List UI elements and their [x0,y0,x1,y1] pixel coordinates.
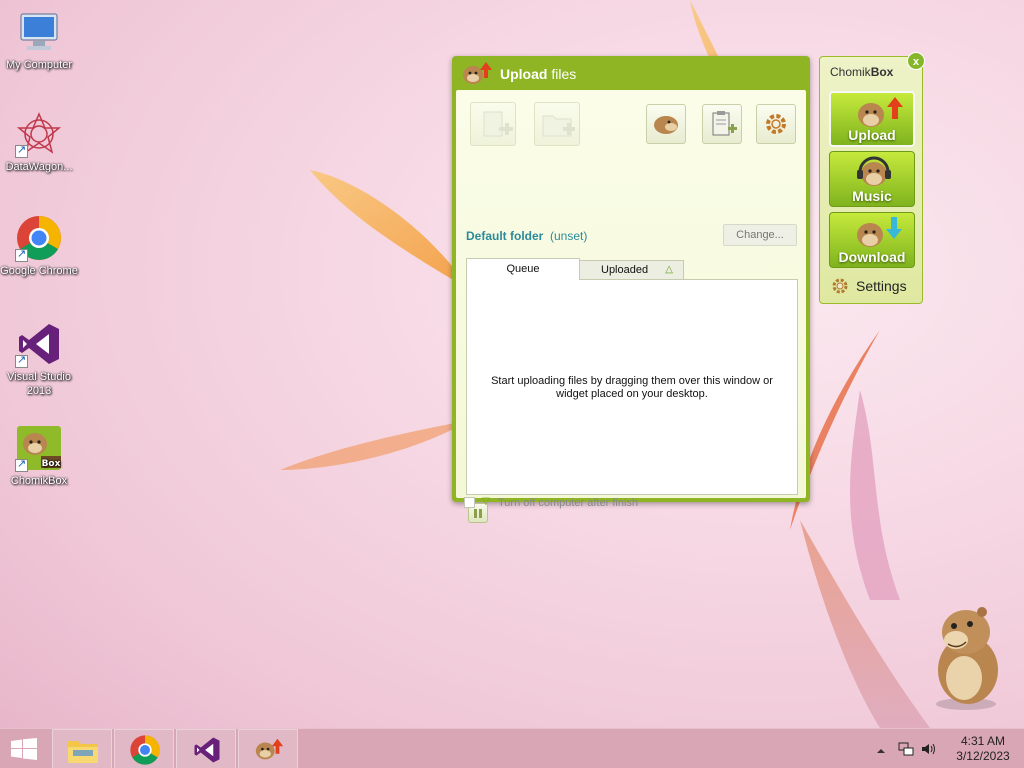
hamster-icon [654,116,678,134]
chevron-up-icon [877,749,885,753]
shortcut-arrow-icon [15,353,28,368]
visual-studio-icon [194,737,220,763]
desktop-icon-label: My Computer [5,59,73,71]
taskbar-visual-studio[interactable] [176,729,236,768]
widget-download-button[interactable]: Download [829,212,915,268]
hamster-upload-icon [858,97,903,127]
chrome-icon [15,214,63,262]
svg-text:Box: Box [42,459,61,469]
hamster-download-icon [857,217,902,247]
window-title: Upload files [500,66,576,82]
widget-settings-label: Settings [856,278,907,294]
triangle-down-icon: ▽ [482,496,490,507]
datawagon-icon [15,110,63,158]
widget-upload-label: Upload [848,127,896,143]
tab-queue[interactable]: Queue [466,258,580,280]
tab-uploaded-label: Uploaded [601,264,649,276]
add-files-button[interactable] [470,102,516,146]
gear-icon [766,114,786,134]
desktop-icon-visual-studio[interactable]: Visual Studio 2013 [0,320,78,398]
shortcut-arrow-icon [15,247,28,262]
add-folder-button[interactable] [534,102,580,146]
taskbar-google-chrome[interactable] [114,729,174,768]
speaker-icon [922,743,935,755]
desktop-icon-my-computer[interactable]: My Computer [0,8,78,72]
taskbar-chomikbox[interactable] [238,729,298,768]
start-button[interactable] [0,729,50,768]
add-folder-icon [542,115,575,137]
system-clock[interactable]: 4:31 AM 3/12/2023 [946,734,1020,764]
desktop-icon-chomikbox[interactable]: Box ChomikBox [0,424,78,488]
widget-title: ChomikBox [830,65,893,79]
show-hidden-icons-button[interactable] [876,743,886,759]
taskbar: 4:31 AM 3/12/2023 [0,728,1024,768]
desktop: My Computer DataWagon... [0,0,1024,768]
widget-download-label: Download [838,249,906,265]
change-folder-button[interactable]: Change... [723,224,797,246]
chrome-icon [130,735,160,765]
widget-title-bold: Box [870,65,894,79]
desktop-icon-label: ChomikBox [10,475,68,487]
shortcut-arrow-icon [15,457,28,472]
gear-icon [832,278,848,294]
network-icon [898,742,914,756]
widget-music-button[interactable]: Music [829,151,915,207]
chomikbox-app-icon: Box [15,424,63,472]
upload-window-body: Default folder (unset) Change... Queue U… [456,90,806,523]
shortcut-arrow-icon [15,143,28,158]
visual-studio-icon [15,320,63,368]
chomikbox-widget: ChomikBox x Upload Music Download Settin… [819,52,925,304]
widget-upload-button[interactable]: Upload [829,91,915,147]
folder-icon [68,741,98,763]
add-file-icon [483,111,513,137]
taskbar-file-explorer[interactable] [52,729,112,768]
queue-empty-message: Start uploading files by dragging them o… [491,375,773,400]
network-tray-button[interactable] [898,741,914,757]
triangle-up-icon: △ [665,264,673,275]
default-folder-title: Default folder [466,229,544,243]
clock-time: 4:31 AM [960,734,1006,748]
hamster-upload-icon [463,62,492,84]
title-bold: Upload [500,66,548,82]
desktop-icon-label: Google Chrome [0,265,78,277]
paste-button[interactable] [702,104,742,144]
hamster-headphones-icon [857,156,891,186]
widget-settings-button[interactable]: Settings [830,275,916,297]
desktop-icon-google-chrome[interactable]: Google Chrome [0,214,78,278]
widget-title-regular: Chomik [830,65,871,79]
upload-window-titlebar[interactable]: Upload files [452,56,810,90]
tab-uploaded[interactable]: Uploaded △ [578,260,684,279]
title-rest: files [547,66,577,82]
computer-icon [15,8,63,56]
options-button[interactable] [756,104,796,144]
shutdown-checkbox[interactable] [464,497,475,508]
desktop-icon-label: Visual Studio 2013 [6,371,71,397]
chomik-account-button[interactable] [646,104,686,144]
desktop-icon-label: DataWagon... [5,161,73,173]
hamster-upload-icon [255,738,284,760]
widget-close-button[interactable]: x [907,52,925,70]
clock-date: 3/12/2023 [956,749,1010,763]
shutdown-label: Turn off computer after finish [498,497,639,509]
default-folder-value: (unset) [550,229,588,243]
queue-list[interactable]: Start uploading files by dragging them o… [466,279,798,495]
upload-files-window: Upload files Default folder (unset) Chan… [452,56,810,523]
volume-tray-button[interactable] [920,741,936,757]
windows-logo-icon [11,738,37,760]
widget-music-label: Music [852,188,892,204]
clipboard-add-icon [712,111,737,136]
default-folder-label: Default folder (unset) [466,229,587,243]
desktop-icon-datawagon[interactable]: DataWagon... [0,110,78,174]
hamster-mascot-icon[interactable] [918,600,1010,712]
